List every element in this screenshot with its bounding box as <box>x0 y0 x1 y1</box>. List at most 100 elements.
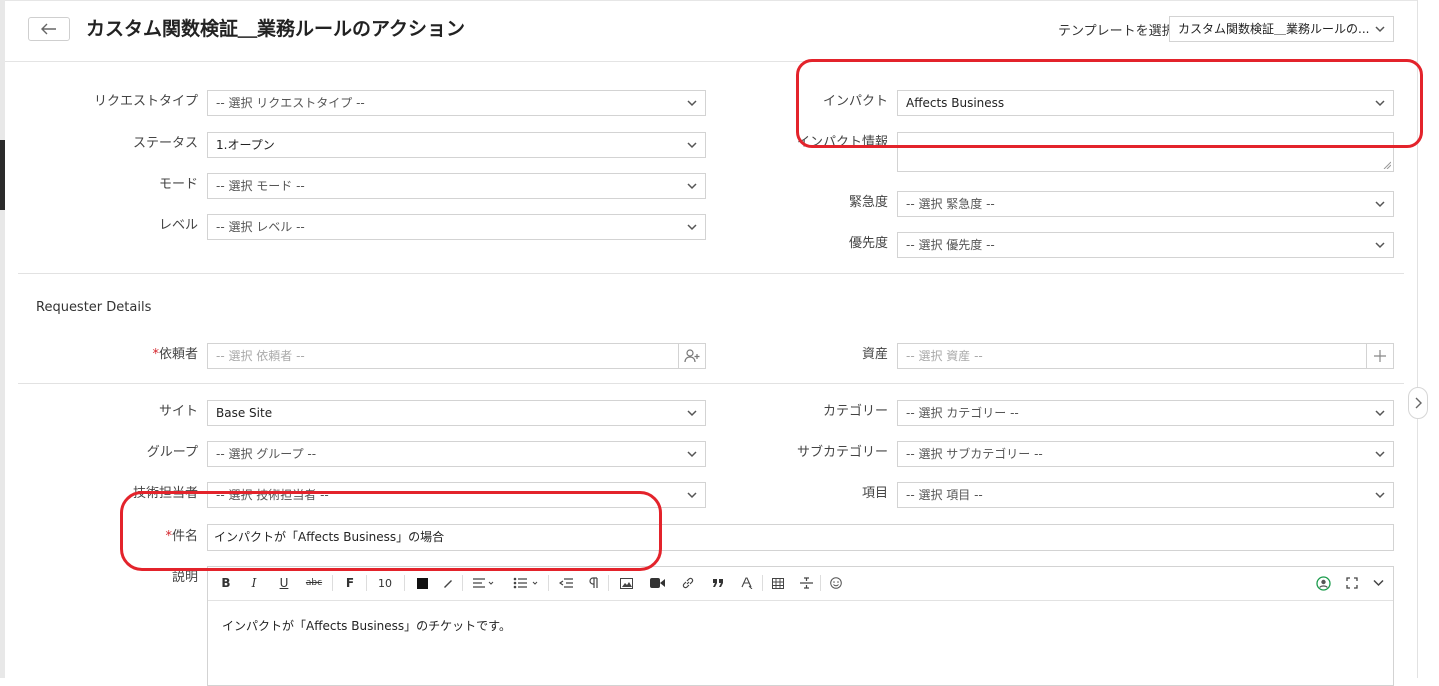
clear-format-button[interactable] <box>738 574 754 592</box>
site-select[interactable]: Base Site <box>207 400 706 426</box>
toolbar-divider <box>820 575 821 591</box>
request-type-value: -- 選択 リクエストタイプ -- <box>216 96 365 110</box>
image-icon <box>619 577 633 589</box>
item-select[interactable]: -- 選択 項目 -- <box>897 482 1394 508</box>
group-label: グループ <box>146 445 198 460</box>
chevron-down-icon <box>687 183 697 190</box>
description-editor[interactable]: B I U abc F 10 インパクトが「Affects Business」の… <box>207 566 1394 686</box>
template-select-value: カスタム関数検証＿業務ルールの... <box>1178 22 1370 36</box>
chevron-down-icon <box>687 410 697 417</box>
urgency-label: 緊急度 <box>848 195 888 210</box>
bullet-list-icon <box>513 577 538 589</box>
left-edge-bar <box>0 0 5 678</box>
status-label: ステータス <box>132 136 198 151</box>
plus-icon <box>1374 350 1386 362</box>
page-title: カスタム関数検証＿業務ルールのアクション <box>86 18 466 40</box>
add-requester-button[interactable] <box>678 344 705 368</box>
table-icon <box>772 577 784 589</box>
emoji-icon <box>830 577 842 589</box>
requester-details-heading: Requester Details <box>36 300 152 315</box>
insert-link-button[interactable] <box>680 574 696 592</box>
horizontal-rule-icon <box>799 577 813 589</box>
toolbar-divider <box>404 575 405 591</box>
insert-video-button[interactable] <box>648 574 666 592</box>
category-select[interactable]: -- 選択 カテゴリー -- <box>897 400 1394 426</box>
asset-placeholder: -- 選択 資産 -- <box>906 349 983 363</box>
level-select[interactable]: -- 選択 レベル -- <box>207 214 706 240</box>
asset-input[interactable]: -- 選択 資産 -- <box>897 343 1394 369</box>
site-label: サイト <box>158 404 198 419</box>
toolbar-collapse-button[interactable] <box>1370 574 1386 592</box>
template-select[interactable]: カスタム関数検証＿業務ルールの... <box>1169 16 1394 42</box>
toolbar-divider <box>548 575 549 591</box>
chevron-down-icon <box>1375 492 1385 499</box>
chevron-down-icon <box>1375 451 1385 458</box>
outdent-icon <box>559 578 573 588</box>
insert-image-button[interactable] <box>618 574 634 592</box>
underline-button[interactable]: U <box>276 574 292 592</box>
add-asset-button[interactable] <box>1366 344 1393 368</box>
chevron-down-icon <box>687 100 697 107</box>
section-divider <box>18 273 1404 274</box>
mode-select[interactable]: -- 選択 モード -- <box>207 173 706 199</box>
fullscreen-icon <box>1346 577 1358 589</box>
align-button[interactable] <box>470 574 496 592</box>
chevron-down-icon <box>1375 242 1385 249</box>
outdent-button[interactable] <box>558 574 574 592</box>
align-left-icon <box>473 578 494 588</box>
clear-format-icon <box>740 577 752 589</box>
bold-button[interactable]: B <box>218 574 234 592</box>
font-family-button[interactable]: F <box>340 574 360 592</box>
requester-label: *依頼者 <box>152 343 198 362</box>
category-value: -- 選択 カテゴリー -- <box>906 406 1019 420</box>
video-icon <box>649 578 665 588</box>
mode-label: モード <box>158 177 198 192</box>
paragraph-button[interactable] <box>586 574 602 592</box>
urgency-select[interactable]: -- 選択 緊急度 -- <box>897 191 1394 217</box>
request-type-select[interactable]: -- 選択 リクエストタイプ -- <box>207 90 706 116</box>
section-divider <box>18 383 1404 384</box>
subcategory-select[interactable]: -- 選択 サブカテゴリー -- <box>897 441 1394 467</box>
list-button[interactable] <box>512 574 540 592</box>
description-text[interactable]: インパクトが「Affects Business」のチケットです。 <box>222 617 511 634</box>
text-color-icon <box>416 577 428 589</box>
chevron-down-icon <box>687 451 697 458</box>
brush-icon <box>444 580 452 588</box>
quote-icon <box>713 579 723 587</box>
toolbar-divider <box>462 575 463 591</box>
back-button[interactable] <box>28 17 70 41</box>
side-panel-toggle[interactable] <box>1408 387 1428 419</box>
highlight-button[interactable] <box>440 574 456 592</box>
item-value: -- 選択 項目 -- <box>906 488 983 502</box>
requester-label-text: 依頼者 <box>158 347 198 362</box>
group-select[interactable]: -- 選択 グループ -- <box>207 441 706 467</box>
template-select-label: テンプレートを選択 <box>1058 24 1175 39</box>
level-value: -- 選択 レベル -- <box>216 220 305 234</box>
assistant-button[interactable] <box>1314 574 1332 592</box>
top-border <box>5 0 1417 1</box>
urgency-value: -- 選択 緊急度 -- <box>906 197 995 211</box>
font-size-select[interactable]: 10 <box>372 574 398 592</box>
insert-table-button[interactable] <box>770 574 786 592</box>
text-color-button[interactable] <box>414 574 430 592</box>
left-edge-marker <box>0 140 5 210</box>
priority-select[interactable]: -- 選択 優先度 -- <box>897 232 1394 258</box>
mode-value: -- 選択 モード -- <box>216 179 305 193</box>
fullscreen-button[interactable] <box>1344 574 1360 592</box>
requester-placeholder: -- 選択 依頼者 -- <box>216 349 305 363</box>
quote-button[interactable] <box>710 574 726 592</box>
italic-button[interactable]: I <box>246 574 262 592</box>
back-arrow-icon <box>41 23 56 35</box>
resize-handle-icon[interactable] <box>1383 161 1391 169</box>
strikethrough-button[interactable]: abc <box>304 574 324 592</box>
toolbar-divider <box>366 575 367 591</box>
request-type-label: リクエストタイプ <box>93 94 198 109</box>
requester-input[interactable]: -- 選択 依頼者 -- <box>207 343 706 369</box>
emoji-button[interactable] <box>828 574 844 592</box>
horizontal-rule-button[interactable] <box>798 574 814 592</box>
status-select[interactable]: 1.オープン <box>207 132 706 158</box>
subject-highlight-annotation <box>120 491 662 571</box>
toolbar-divider <box>608 575 609 591</box>
priority-value: -- 選択 優先度 -- <box>906 238 995 252</box>
chevron-down-icon <box>687 224 697 231</box>
